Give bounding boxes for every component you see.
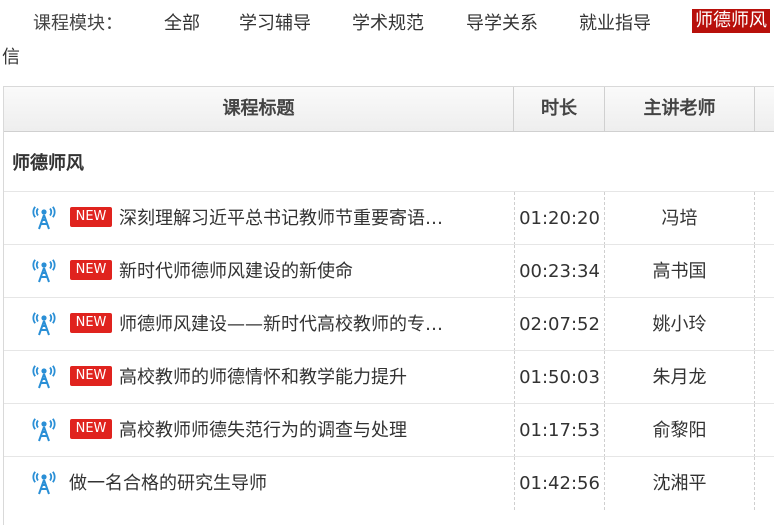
module-tab-ethics-active[interactable]: 师德师风 — [692, 9, 770, 33]
new-badge: NEW — [70, 207, 112, 227]
course-teacher: 沈湘平 — [605, 457, 755, 510]
table-header: 课程标题 时长 主讲老师 — [4, 87, 774, 132]
module-tab-all[interactable]: 全部 — [164, 9, 200, 35]
course-title-link[interactable]: 做一名合格的研究生导师 — [69, 469, 267, 495]
new-badge: NEW — [70, 419, 112, 439]
course-duration: 01:17:53 — [514, 404, 605, 457]
course-teacher: 姚小玲 — [605, 298, 755, 351]
header-course-title: 课程标题 — [4, 87, 514, 131]
course-teacher: 高书国 — [605, 245, 755, 298]
new-badge: NEW — [70, 366, 112, 386]
module-tab-career[interactable]: 就业指导 — [579, 9, 651, 35]
podcast-icon — [32, 471, 56, 495]
table-row[interactable]: NEW 师德师风建设——新时代高校教师的专… 02:07:52 姚小玲 — [4, 297, 774, 351]
header-duration: 时长 — [514, 87, 605, 131]
course-duration: 01:42:56 — [514, 457, 605, 510]
module-tab-academic-norms[interactable]: 学术规范 — [352, 9, 424, 35]
podcast-icon — [32, 418, 56, 442]
new-badge: NEW — [70, 260, 112, 280]
table-row[interactable]: NEW 高校教师的师德情怀和教学能力提升 01:50:03 朱月龙 — [4, 350, 774, 404]
course-teacher: 朱月龙 — [605, 351, 755, 404]
header-teacher: 主讲老师 — [605, 87, 755, 131]
table-row[interactable]: NEW 新时代师德师风建设的新使命 00:23:34 高书国 — [4, 244, 774, 298]
podcast-icon — [32, 312, 56, 336]
course-title-link[interactable]: 新时代师德师风建设的新使命 — [119, 257, 353, 283]
course-module-bar: 课程模块： 全部 学习辅导 学术规范 导学关系 就业指导 师德师风 信 — [0, 0, 774, 90]
table-row[interactable]: NEW 深刻理解习近平总书记教师节重要寄语… 01:20:20 冯培 — [4, 191, 774, 245]
podcast-icon — [32, 206, 56, 230]
table-row[interactable]: NEW 高校教师师德失范行为的调查与处理 01:17:53 俞黎阳 — [4, 403, 774, 457]
course-teacher: 俞黎阳 — [605, 404, 755, 457]
podcast-icon — [32, 365, 56, 389]
course-duration: 01:50:03 — [514, 351, 605, 404]
course-duration: 01:20:20 — [514, 192, 605, 245]
course-title-link[interactable]: 高校教师师德失范行为的调查与处理 — [119, 416, 407, 442]
course-title-link[interactable]: 师德师风建设——新时代高校教师的专… — [119, 310, 443, 336]
module-tab-wrapped-char[interactable]: 信 — [2, 43, 20, 69]
course-table: 课程标题 时长 主讲老师 师德师风 NEW 深刻理解习近平总书记教师节重要寄语… 0… — [3, 86, 774, 525]
course-duration: 00:23:34 — [514, 245, 605, 298]
course-teacher: 冯培 — [605, 192, 755, 245]
section-title: 师德师风 — [12, 153, 84, 174]
podcast-icon — [32, 259, 56, 283]
course-title-link[interactable]: 深刻理解习近平总书记教师节重要寄语… — [119, 204, 443, 230]
course-duration: 02:07:52 — [514, 298, 605, 351]
table-row[interactable]: 做一名合格的研究生导师 01:42:56 沈湘平 — [4, 456, 774, 510]
new-badge: NEW — [70, 313, 112, 333]
module-tab-study-guidance[interactable]: 学习辅导 — [239, 9, 311, 35]
module-label: 课程模块： — [33, 13, 123, 34]
module-tab-mentor-relation[interactable]: 导学关系 — [466, 9, 538, 35]
course-title-link[interactable]: 高校教师的师德情怀和教学能力提升 — [119, 363, 407, 389]
